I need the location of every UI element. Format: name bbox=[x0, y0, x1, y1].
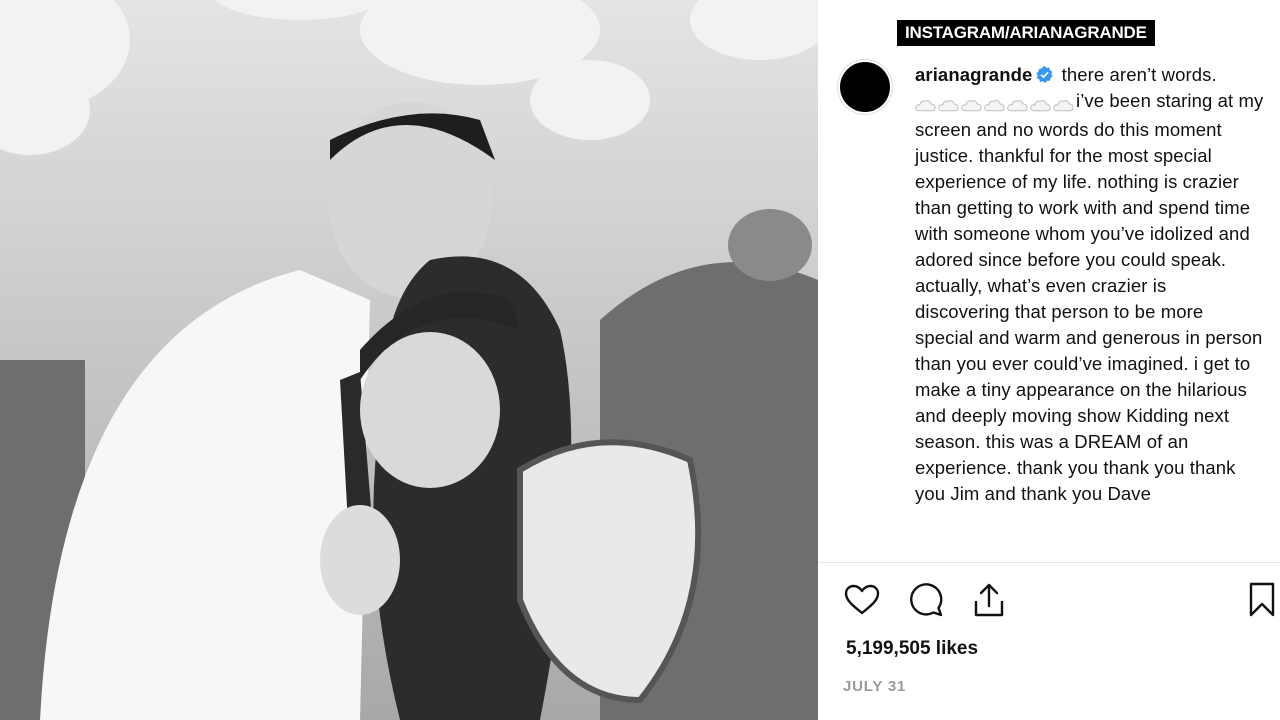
avatar[interactable] bbox=[840, 62, 890, 112]
verified-badge-icon bbox=[1036, 66, 1054, 83]
cloud-icon bbox=[938, 100, 959, 112]
likes-count[interactable]: 5,199,505 likes bbox=[846, 638, 978, 660]
comment-button[interactable] bbox=[906, 580, 946, 620]
caption-body: i’ve been staring at my screen and no wo… bbox=[915, 90, 1264, 504]
heart-icon bbox=[844, 584, 880, 615]
comment-icon bbox=[910, 583, 943, 617]
cloud-icon bbox=[984, 100, 1005, 112]
cloud-icon bbox=[961, 100, 982, 112]
post-date: JULY 31 bbox=[843, 678, 907, 695]
cloud-icon bbox=[915, 100, 936, 112]
bookmark-icon bbox=[1249, 582, 1275, 617]
photo-illustration bbox=[0, 0, 818, 720]
post-caption: arianagrande there aren’t words. i’ve be… bbox=[915, 62, 1265, 507]
post-photo[interactable] bbox=[0, 0, 818, 720]
share-button[interactable] bbox=[969, 580, 1009, 620]
cloud-icon bbox=[1030, 100, 1051, 112]
actions-divider bbox=[818, 562, 1280, 563]
cloud-icon bbox=[1007, 100, 1028, 112]
cloud-emoji-row bbox=[915, 91, 1076, 117]
share-icon bbox=[974, 583, 1004, 617]
cloud-icon bbox=[1053, 100, 1074, 112]
save-button[interactable] bbox=[1242, 580, 1280, 620]
like-button[interactable] bbox=[842, 580, 882, 620]
username-link[interactable]: arianagrande bbox=[915, 64, 1032, 85]
source-label: INSTAGRAM/ARIANAGRANDE bbox=[897, 20, 1155, 46]
caption-first-line: there aren’t words. bbox=[1061, 64, 1217, 85]
